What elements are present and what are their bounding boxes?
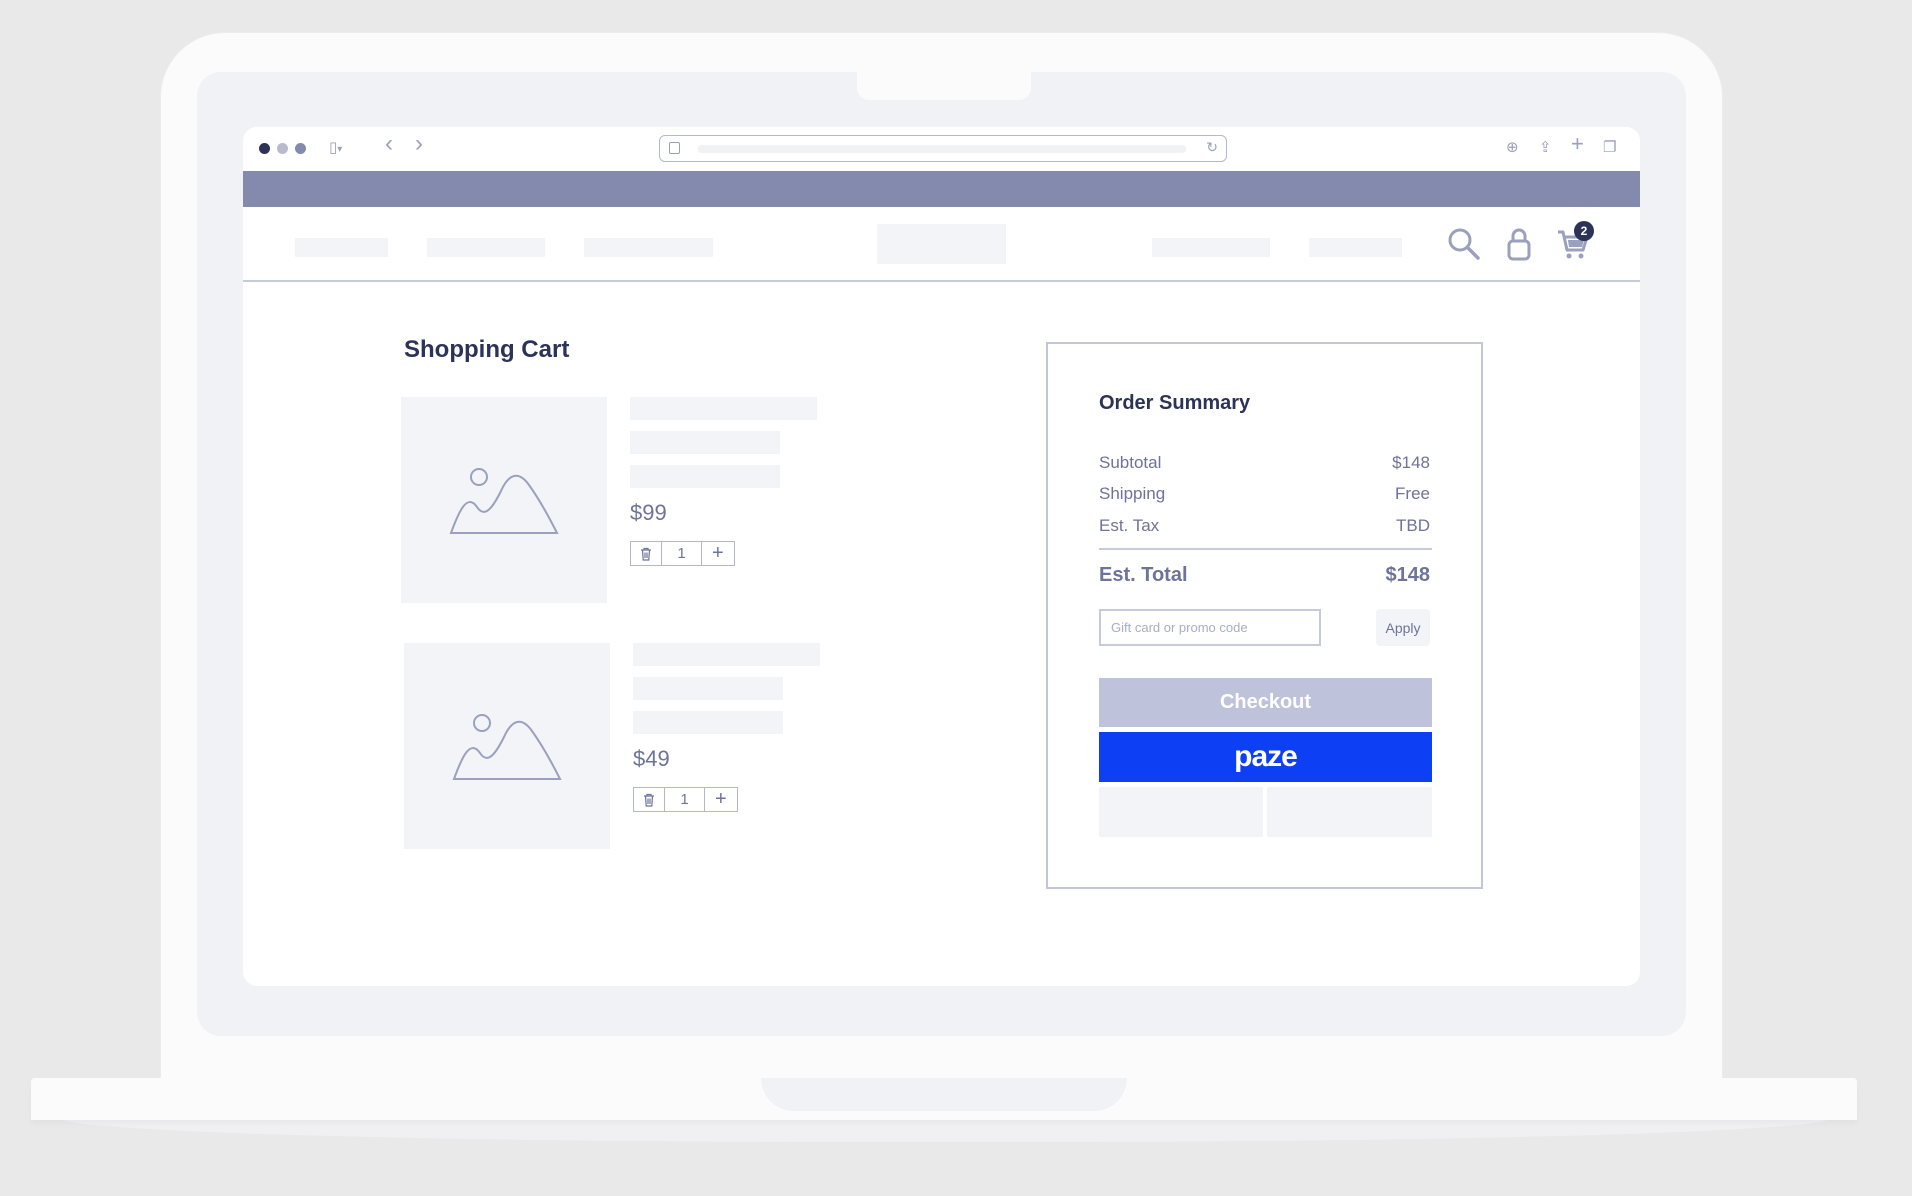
increase-quantity-button[interactable]: + <box>702 542 734 565</box>
laptop-base-shadow <box>60 1118 1830 1142</box>
product-price: $49 <box>633 746 670 771</box>
user-icon[interactable] <box>1505 226 1533 262</box>
product-name-placeholder <box>630 397 817 420</box>
product-image[interactable] <box>404 643 610 849</box>
laptop-groove <box>761 1078 1127 1111</box>
search-icon[interactable] <box>1446 226 1482 262</box>
reload-icon[interactable]: ↻ <box>1206 139 1218 156</box>
remove-item-button[interactable] <box>634 788 666 811</box>
subtotal-label: Subtotal <box>1099 453 1162 472</box>
product-detail-placeholder <box>630 465 780 488</box>
url-text-placeholder <box>698 145 1186 153</box>
chevron-left-icon[interactable]: ‹ <box>385 132 393 156</box>
product-detail-placeholder <box>630 431 780 454</box>
share-icon[interactable]: ⇪ <box>1539 139 1552 157</box>
quantity-stepper: 1 + <box>633 787 738 812</box>
tabs-icon[interactable]: ❐ <box>1603 139 1616 157</box>
nav-item-placeholder[interactable] <box>1309 238 1402 257</box>
product-detail-placeholder <box>633 711 783 734</box>
browser-toolbar: ▯▾ ‹ › ↻ ⊕ ⇪ + ❐ <box>243 127 1640 171</box>
site-logo-placeholder[interactable] <box>877 224 1006 264</box>
apply-button[interactable]: Apply <box>1376 609 1430 646</box>
sidebar-icon[interactable]: ▯▾ <box>329 139 342 159</box>
window-close-button[interactable] <box>259 143 270 154</box>
site-header: 2 <box>243 207 1640 282</box>
chevron-right-icon[interactable]: › <box>415 132 423 156</box>
site-info-icon[interactable] <box>669 142 680 154</box>
promo-code-input[interactable]: Gift card or promo code <box>1099 609 1321 646</box>
quantity-stepper: 1 + <box>630 541 735 566</box>
checkout-button[interactable]: Checkout <box>1099 678 1432 727</box>
trash-icon <box>644 793 655 807</box>
quantity-value[interactable]: 1 <box>662 542 702 565</box>
nav-item-placeholder[interactable] <box>584 238 713 257</box>
increase-quantity-button[interactable]: + <box>705 788 737 811</box>
promo-banner <box>243 171 1640 207</box>
total-value: $148 <box>1385 564 1431 586</box>
nav-item-placeholder[interactable] <box>427 238 545 257</box>
window-minimize-button[interactable] <box>277 143 288 154</box>
nav-item-placeholder[interactable] <box>295 238 388 257</box>
image-placeholder-icon <box>452 714 562 780</box>
order-summary-panel: Order Summary Subtotal $148 Shipping Fre… <box>1046 342 1483 889</box>
summary-divider <box>1099 548 1432 550</box>
shipping-label: Shipping <box>1099 484 1166 503</box>
product-price: $99 <box>630 500 667 525</box>
plus-icon[interactable]: + <box>1571 133 1584 155</box>
remove-item-button[interactable] <box>631 542 663 565</box>
quantity-value[interactable]: 1 <box>665 788 705 811</box>
alt-payment-button[interactable] <box>1099 787 1263 837</box>
nav-item-placeholder[interactable] <box>1152 238 1270 257</box>
image-placeholder-icon <box>449 468 559 534</box>
product-image[interactable] <box>401 397 607 603</box>
product-detail-placeholder <box>633 677 783 700</box>
cart-count-badge: 2 <box>1574 221 1594 241</box>
product-name-placeholder <box>633 643 820 666</box>
subtotal-value: $148 <box>1392 453 1430 472</box>
shipping-value: Free <box>1395 484 1430 503</box>
paze-button[interactable]: paze <box>1099 732 1432 782</box>
url-bar[interactable]: ↻ <box>659 135 1227 162</box>
browser-window: ▯▾ ‹ › ↻ ⊕ ⇪ + ❐ 2 Shopping Cart $99 1 +… <box>243 127 1640 986</box>
tax-value: TBD <box>1396 516 1430 535</box>
tax-label: Est. Tax <box>1099 516 1160 535</box>
alt-payment-button[interactable] <box>1267 787 1432 837</box>
camera-notch <box>857 72 1031 100</box>
order-summary-title: Order Summary <box>1099 392 1251 414</box>
page-title: Shopping Cart <box>404 336 570 363</box>
window-maximize-button[interactable] <box>295 143 306 154</box>
total-label: Est. Total <box>1099 564 1188 586</box>
download-icon[interactable]: ⊕ <box>1506 139 1519 157</box>
trash-icon <box>641 547 652 561</box>
